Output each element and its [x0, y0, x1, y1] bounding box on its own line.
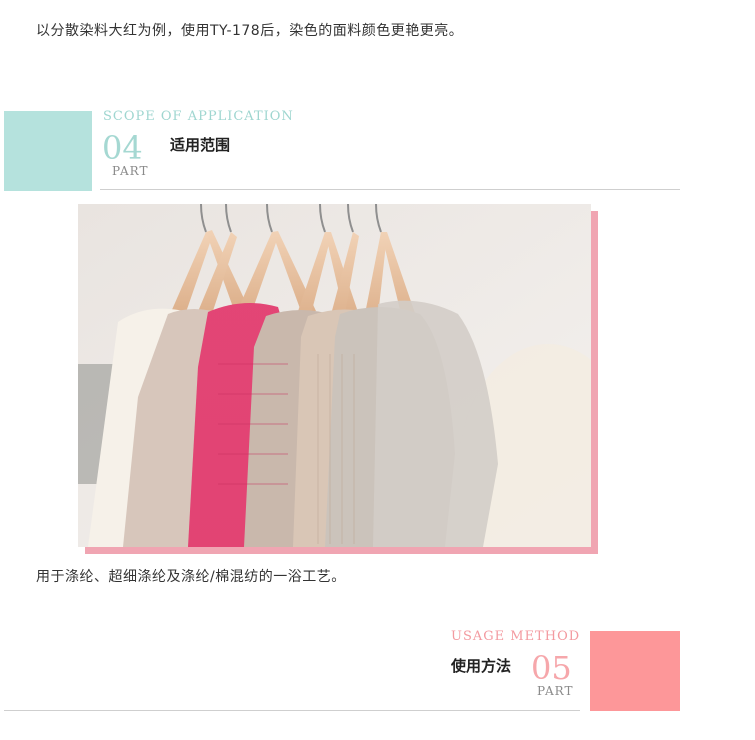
section-english-title: USAGE METHOD	[451, 629, 581, 644]
intro-paragraph: 以分散染料大红为例，使用TY-178后，染色的面料颜色更艳更亮。	[36, 23, 464, 39]
section-divider	[4, 710, 580, 711]
section-english-title: SCOPE OF APPLICATION	[103, 109, 294, 124]
section-divider	[100, 189, 680, 190]
section-chinese-title: 适用范围	[170, 136, 231, 154]
section-part-label: PART	[537, 684, 574, 698]
sweaters-on-hangers-photo	[78, 204, 591, 547]
section-number: 05	[531, 649, 572, 687]
section-accent-block	[590, 631, 680, 711]
section-number: 04	[102, 129, 143, 167]
section-part-label: PART	[112, 164, 149, 178]
section-accent-block	[4, 111, 92, 191]
section-chinese-title: 使用方法	[451, 657, 512, 675]
scope-paragraph: 用于涤纶、超细涤纶及涤纶/棉混纺的一浴工艺。	[36, 569, 346, 585]
